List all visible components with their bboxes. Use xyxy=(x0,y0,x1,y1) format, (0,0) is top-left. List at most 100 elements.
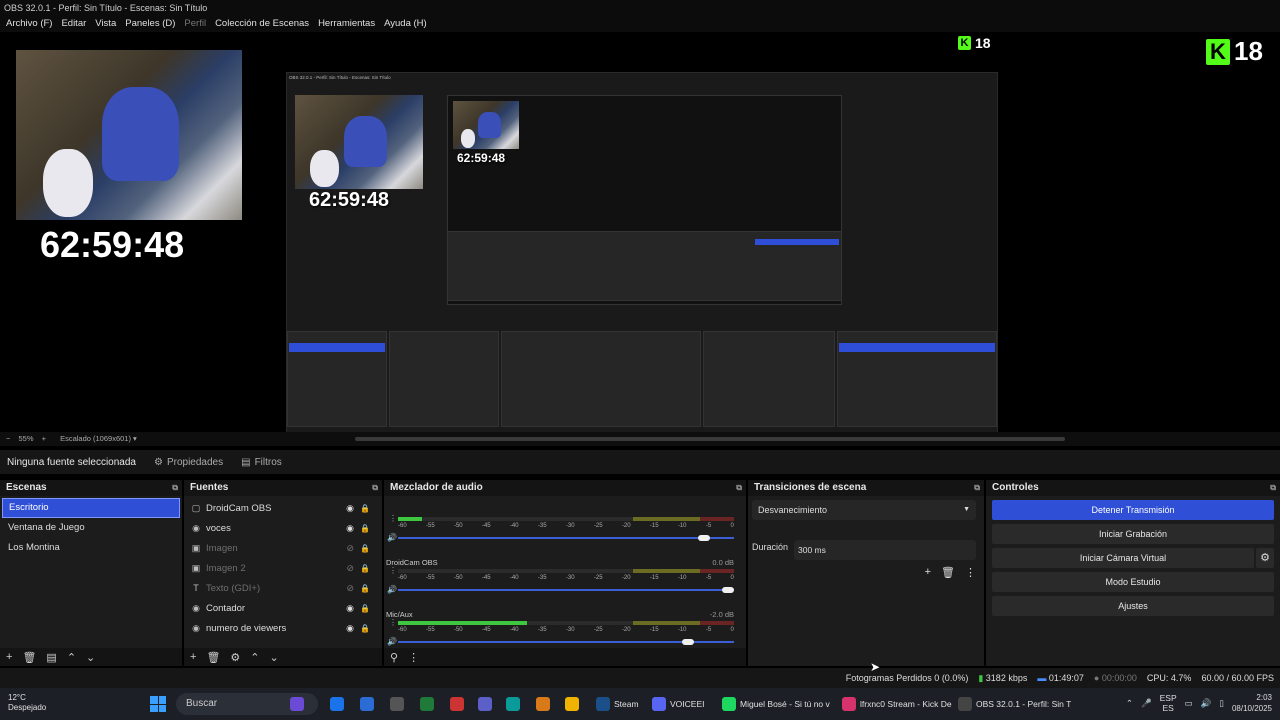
more-icon[interactable]: ⋮ xyxy=(408,651,419,664)
lock-icon[interactable]: 🔒 xyxy=(360,584,370,593)
taskbar-app-icon[interactable] xyxy=(330,694,344,714)
settings-button[interactable]: Ajustes xyxy=(992,596,1274,616)
taskbar-app-button[interactable]: VOICEEI xyxy=(652,694,704,714)
volume-slider[interactable] xyxy=(398,587,734,593)
scene-item[interactable]: Ventana de Juego xyxy=(2,518,180,538)
studio-mode-button[interactable]: Modo Estudio xyxy=(992,572,1274,592)
eye-off-icon[interactable]: ⊘ xyxy=(346,563,354,574)
start-virtual-camera-button[interactable]: Iniciar Cámara Virtual xyxy=(992,548,1254,568)
eye-icon[interactable]: ◉ xyxy=(346,523,354,534)
program-preview[interactable]: 62:59:48 OBS 32.0.1 - Perfil: Sin Título… xyxy=(0,32,1280,432)
network-icon[interactable]: ▭ xyxy=(1185,698,1193,709)
volume-knob[interactable] xyxy=(681,639,694,645)
taskbar-app-icon[interactable] xyxy=(450,694,464,714)
volume-knob[interactable] xyxy=(698,535,711,541)
taskbar-app-icon[interactable] xyxy=(536,694,550,714)
undock-icon[interactable]: ⧉ xyxy=(736,480,742,496)
lock-icon[interactable]: 🔒 xyxy=(360,504,370,513)
arrow-down-icon[interactable]: ⌄ xyxy=(86,651,95,664)
filter-icon[interactable]: ▤ xyxy=(46,651,56,664)
undock-icon[interactable]: ⧉ xyxy=(974,480,980,496)
source-row[interactable]: ◉ numero de viewers ◉ 🔒 xyxy=(184,618,382,638)
volume-slider[interactable] xyxy=(398,535,734,541)
arrow-up-icon[interactable]: ⌃ xyxy=(250,651,259,664)
trash-icon[interactable]: 🗑 xyxy=(941,566,955,579)
lock-icon[interactable]: 🔒 xyxy=(360,524,370,533)
source-row[interactable]: ▣ Imagen 2 ⊘ 🔒 xyxy=(184,558,382,578)
eye-off-icon[interactable]: ⊘ xyxy=(346,583,354,594)
more-icon[interactable]: ⋮ xyxy=(389,514,397,523)
chevron-up-icon[interactable]: ⌃ xyxy=(1126,698,1133,709)
more-icon[interactable]: ⋮ xyxy=(389,566,397,575)
zoom-in-button[interactable]: + xyxy=(42,434,46,443)
start-recording-button[interactable]: Iniciar Grabación xyxy=(992,524,1274,544)
eye-off-icon[interactable]: ⊘ xyxy=(346,543,354,554)
preview-horizontal-scrollbar[interactable] xyxy=(355,437,1065,441)
lock-icon[interactable]: 🔒 xyxy=(360,624,370,633)
properties-button[interactable]: ⚙ Propiedades xyxy=(154,457,223,468)
scene-item[interactable]: Escritorio xyxy=(2,498,180,518)
lock-icon[interactable]: 🔒 xyxy=(360,604,370,613)
gear-icon[interactable]: ⚙ xyxy=(230,651,240,664)
link-icon[interactable]: ⚲ xyxy=(390,651,398,664)
source-row[interactable]: ▢ DroidCam OBS ◉ 🔒 xyxy=(184,498,382,518)
taskbar-app-icon[interactable] xyxy=(420,694,434,714)
eye-icon[interactable]: ◉ xyxy=(346,623,354,634)
taskbar-app-icon[interactable] xyxy=(478,694,492,714)
windows-start-icon[interactable] xyxy=(150,696,166,712)
weather-widget[interactable]: 12°C Despejado xyxy=(8,693,46,713)
eye-icon[interactable]: ◉ xyxy=(346,603,354,614)
battery-icon[interactable]: ▯ xyxy=(1219,698,1224,709)
taskbar-app-icon[interactable] xyxy=(290,694,304,714)
microphone-icon[interactable]: 🎤 xyxy=(1141,698,1152,709)
filters-button[interactable]: ▤ Filtros xyxy=(241,457,282,468)
lock-icon[interactable]: 🔒 xyxy=(360,564,370,573)
arrow-down-icon[interactable]: ⌄ xyxy=(270,651,279,664)
source-row[interactable]: T Texto (GDI+) ⊘ 🔒 xyxy=(184,578,382,598)
undock-icon[interactable]: ⧉ xyxy=(372,480,378,496)
scale-mode-dropdown[interactable]: Escalado (1069x601) ▾ xyxy=(54,434,137,443)
more-icon[interactable]: ⋮ xyxy=(389,618,397,627)
stop-stream-button[interactable]: Detener Transmisión xyxy=(992,500,1274,520)
add-icon[interactable]: + xyxy=(190,651,196,663)
volume-slider[interactable] xyxy=(398,639,734,645)
transition-select[interactable]: Desvanecimiento ▼ xyxy=(752,500,976,520)
source-row[interactable]: ◉ voces ◉ 🔒 xyxy=(184,518,382,538)
menu-item[interactable]: Paneles (D) xyxy=(125,16,175,32)
source-row[interactable]: ▣ Imagen ⊘ 🔒 xyxy=(184,538,382,558)
menu-item[interactable]: Archivo (F) xyxy=(6,16,52,32)
add-icon[interactable]: + xyxy=(6,651,12,663)
language-indicator[interactable]: ESP ES xyxy=(1160,693,1177,713)
menu-item[interactable]: Editar xyxy=(61,16,86,32)
source-row[interactable]: ◉ Contador ◉ 🔒 xyxy=(184,598,382,618)
taskbar-app-icon[interactable] xyxy=(390,694,404,714)
taskbar-app-button[interactable]: lfrxnc0 Stream - Kick De xyxy=(842,694,952,714)
menu-item[interactable]: Vista xyxy=(95,16,116,32)
duration-input[interactable]: 300 ms xyxy=(794,540,976,560)
trash-icon[interactable]: 🗑 xyxy=(206,651,220,664)
virtual-camera-settings-button[interactable]: ⚙ xyxy=(1256,548,1274,568)
undock-icon[interactable]: ⧉ xyxy=(1270,480,1276,496)
eye-icon[interactable]: ◉ xyxy=(346,503,354,514)
taskbar-app-icon[interactable] xyxy=(506,694,520,714)
trash-icon[interactable]: 🗑 xyxy=(22,651,36,664)
arrow-up-icon[interactable]: ⌃ xyxy=(67,651,76,664)
speaker-icon[interactable]: 🔊 xyxy=(387,637,397,646)
speaker-icon[interactable]: 🔊 xyxy=(387,585,397,594)
volume-icon[interactable]: 🔊 xyxy=(1201,698,1212,709)
zoom-out-button[interactable]: − xyxy=(6,434,10,443)
more-icon[interactable]: ⋮ xyxy=(965,566,976,579)
menu-item[interactable]: Perfil xyxy=(184,16,206,32)
lock-icon[interactable]: 🔒 xyxy=(360,544,370,553)
undock-icon[interactable]: ⧉ xyxy=(172,480,178,496)
taskbar-app-button[interactable]: Miguel Bosé - Si tú no v xyxy=(722,694,830,714)
menu-item[interactable]: Ayuda (H) xyxy=(384,16,427,32)
volume-knob[interactable] xyxy=(722,587,734,593)
scene-item[interactable]: Los Montina xyxy=(2,538,180,558)
speaker-icon[interactable]: 🔊 xyxy=(387,533,397,542)
taskbar-app-icon[interactable] xyxy=(360,694,374,714)
taskbar-app-button[interactable]: OBS 32.0.1 - Perfil: Sin T xyxy=(958,694,1071,714)
taskbar-app-icon[interactable] xyxy=(565,694,579,714)
taskbar-app-button[interactable]: Steam xyxy=(596,694,639,714)
add-icon[interactable]: + xyxy=(925,566,931,579)
